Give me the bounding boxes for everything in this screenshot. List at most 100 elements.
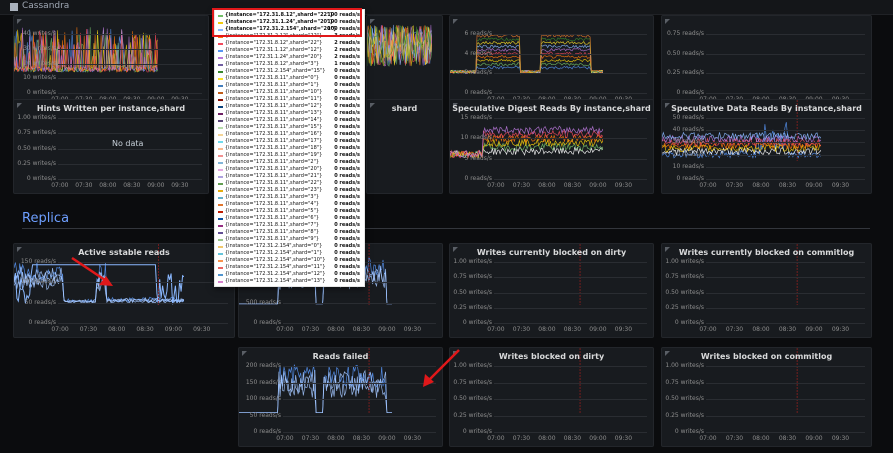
panel-p3[interactable]: 6 reads/s4 reads/s2 reads/s0 reads/s07:0… [449,15,654,108]
y-axis-label: 1.00 writes/s [453,362,492,369]
y-axis-label: 2 reads/s [464,69,492,77]
panel-title[interactable]: Writes blocked on commitlog [662,352,871,361]
tooltip-series-label: {instance="172.31.2.154",shard="0"} [225,243,323,249]
x-axis-label: 09:30 [614,182,633,189]
gridline [494,277,647,279]
gridline [706,166,865,168]
tooltip-row: {instance="172.31.8.11",shard="3"} 0 read… [215,194,364,201]
panel-title[interactable]: Writes currently blocked on dirty [450,248,653,257]
panel-corner-icon [370,19,375,24]
tooltip-row: {instance="172.31.8.11",shard="9"} 0 read… [215,236,364,243]
tooltip-row: {instance="172.31.8.11",shard="1"} 0 read… [215,82,364,89]
tooltip-row: {instance="172.31.2.154",shard="15"} 0 re… [215,68,364,75]
tooltip-series-label: {instance="172.31.8.11",shard="13"} [225,110,323,116]
y-axis-label: 150 reads/s [20,258,56,265]
panel-p7[interactable]: Speculative Digest Reads By instance,sha… [449,99,654,194]
x-axis-label: 07:00 [276,435,294,442]
series-color-swatch [218,274,223,276]
section-title-replica[interactable]: Replica [22,211,69,226]
series-color-swatch [218,50,223,52]
tooltip-series-label: {instance="172.31.8.11",shard="3"} [225,194,320,200]
series-color-swatch [218,225,223,227]
tooltip-series-value: 0 reads/s [334,243,360,249]
x-axis-label: 08:30 [778,326,797,333]
tooltip-row: {instance="172.31.8.11",shard="0"} 0 read… [215,75,364,82]
gridline [494,415,647,417]
annotation-highlight-box [212,8,362,37]
panel-title[interactable]: Active sstable reads [14,248,234,257]
panel-corner-icon [17,19,22,24]
tooltip-series-value: 0 reads/s [334,222,360,228]
panel-graph[interactable] [449,16,604,76]
y-axis-label: 50 reads/s [672,114,704,121]
panel-p11[interactable]: Writes currently blocked on dirty 1.00 wr… [449,243,654,338]
gridline [494,158,647,160]
dashboard-grid-icon[interactable] [10,3,18,11]
gridline [494,399,647,400]
y-axis-label: 150 reads/s [245,378,281,386]
y-axis-label: 0.75 writes/s [453,273,492,281]
tooltip-row: {instance="172.31.8.11",shard="13"} 0 rea… [215,110,364,117]
y-axis-label: 0.50 writes/s [453,395,492,402]
panel-title[interactable]: shard [367,104,442,113]
panel-p12[interactable]: Writes currently blocked on commitlog 1.0… [661,243,872,338]
series-color-swatch [218,127,223,129]
gridline [58,163,202,165]
gridline [706,154,865,156]
panel-p8[interactable]: Speculative Data Reads By instance,shard… [661,99,872,194]
panel-p5[interactable]: Hints Written per instance,shard 1.00 wri… [13,99,209,194]
y-axis-label: 1.00 writes/s [665,258,704,265]
panel-p9[interactable]: Active sstable reads 150 reads/s 100 reads… [13,243,235,338]
tooltip-series-label: {instance="172.31.8.12",shard="3"} [225,61,320,67]
tooltip-series-value: 0 reads/s [334,117,360,123]
x-axis-label: 08:00 [538,182,556,189]
dashboard-title[interactable]: Cassandra [22,1,69,11]
tooltip-series-label: {instance="172.31.8.11",shard="11"} [225,96,323,102]
panel-p4[interactable]: 0.75 reads/s 0.50 reads/s 0.25 reads/s 0 re… [661,15,872,108]
panel-p14[interactable]: Writes blocked on dirty 1.00 writes/s 0.75… [449,347,654,447]
panel-corner-icon [665,19,670,24]
panel-graph[interactable] [366,16,433,76]
gridline [58,148,202,150]
panel-title[interactable]: Speculative Data Reads By instance,shard [662,104,871,113]
tooltip-series-value: 0 reads/s [334,152,360,158]
y-axis-label: 1.00 writes/s [453,258,492,265]
tooltip-series-label: {instance="172.31.8.11",shard="9"} [225,236,320,242]
series-color-swatch [218,239,223,241]
y-axis-label: 0 writes/s [462,319,492,326]
y-axis-label: 0.25 writes/s [453,303,492,311]
panel-title[interactable]: Writes currently blocked on commitlog [662,248,871,257]
panel-p13[interactable]: Reads failed 200 reads/s 150 reads/s 100 re… [238,347,443,447]
x-axis-label: 09:00 [589,182,607,189]
panel-p1[interactable]: 40 writes/s 30 writes/s 20 writes/s 10 writ… [13,15,209,108]
gridline [58,48,202,50]
tooltip-series-label: {instance="172.31.1.12",shard="12"} [225,47,323,53]
panel-p15[interactable]: Writes blocked on commitlog 1.00 writes/s… [661,347,872,447]
panel-title[interactable]: Reads failed [239,352,442,361]
x-axis-label: 07:00 [487,182,505,189]
tooltip-row: {instance="172.31.8.11",shard="18"} 0 rea… [215,145,364,152]
tooltip-series-value: 2 reads/s [334,40,360,46]
x-axis-label: 09:30 [171,182,189,189]
series-color-swatch [218,162,223,164]
panel-title[interactable]: Speculative Digest Reads By instance,sha… [450,104,653,113]
panel-p6[interactable]: shard [366,99,443,194]
x-axis-label: 07:30 [512,435,531,442]
tooltip-series-label: {instance="172.31.2.154",shard="13"} [225,278,326,284]
panel-title[interactable]: Hints Written per instance,shard [14,104,208,113]
tooltip-row: {instance="172.31.8.11",shard="21"} 0 rea… [215,173,364,180]
tooltip-series-value: 0 reads/s [334,173,360,179]
gridline [494,382,647,384]
panel-p2[interactable] [366,15,443,108]
panel-title[interactable]: Writes blocked on dirty [450,352,653,361]
tooltip-series-value: 0 reads/s [334,271,360,277]
tooltip-series-label: {instance="172.31.8.11",shard="23"} [225,187,323,193]
tooltip-row: {instance="172.31.1.12",shard="12"} 2 rea… [215,47,364,54]
y-axis-label: 0 writes/s [462,428,492,435]
gridline [283,382,436,384]
x-axis-label: 07:00 [51,182,69,189]
tooltip-row: {instance="172.31.8.11",shard="4"} 0 read… [215,201,364,208]
tooltip-row: {instance="172.31.8.11",shard="20"} 0 rea… [215,166,364,173]
y-axis-label: 0 reads/s [464,89,492,96]
x-axis-label: 07:00 [699,182,717,189]
